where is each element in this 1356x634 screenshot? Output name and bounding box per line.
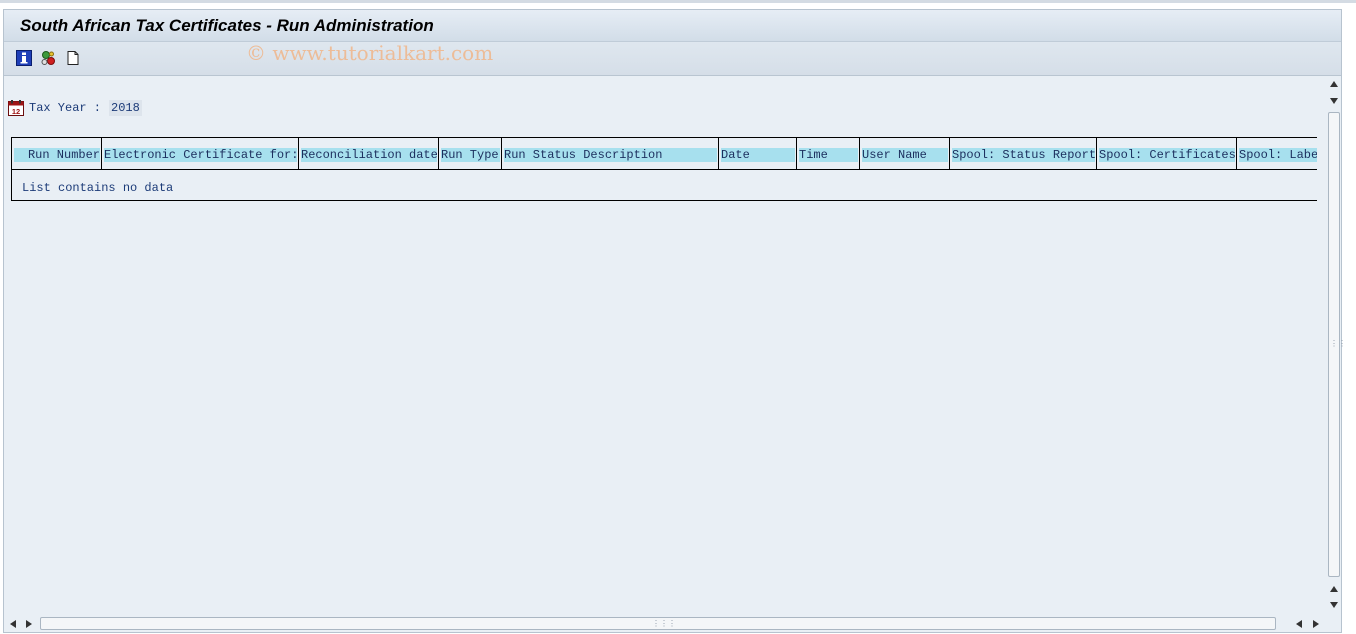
scroll-down-icon[interactable] xyxy=(1330,98,1338,104)
column-spool-labels[interactable]: Spool: Labe xyxy=(1239,148,1317,162)
header-divider xyxy=(12,169,1317,170)
page-up-icon[interactable] xyxy=(1330,586,1338,592)
content-area: 12 Tax Year : 2018 Run Number Electronic… xyxy=(4,76,1324,614)
column-separator xyxy=(101,138,102,170)
column-reconciliation-date[interactable]: Reconciliation date xyxy=(301,148,437,162)
column-electronic-certificate[interactable]: Electronic Certificate for: xyxy=(104,148,297,162)
column-date[interactable]: Date xyxy=(721,148,795,162)
list-header: Run Number Electronic Certificate for: R… xyxy=(14,138,1317,170)
title-bar: South African Tax Certificates - Run Adm… xyxy=(4,10,1341,42)
column-separator xyxy=(796,138,797,170)
new-document-icon[interactable] xyxy=(65,50,81,66)
column-separator xyxy=(501,138,502,170)
window-title: South African Tax Certificates - Run Adm… xyxy=(20,16,434,35)
horizontal-scrollbar[interactable]: ⋮⋮⋮ xyxy=(4,614,1341,633)
column-separator xyxy=(1236,138,1237,170)
scroll-left-icon[interactable] xyxy=(10,620,16,628)
application-toolbar: © www.tutorialkart.com xyxy=(4,41,1341,76)
horizontal-grip-icon: ⋮⋮⋮ xyxy=(652,619,676,628)
run-list: Run Number Electronic Certificate for: R… xyxy=(11,137,1317,201)
column-separator xyxy=(949,138,950,170)
column-run-number[interactable]: Run Number xyxy=(14,148,100,162)
calendar-icon: 12 xyxy=(8,100,24,116)
column-separator xyxy=(298,138,299,170)
scroll-right-icon[interactable] xyxy=(26,620,32,628)
vertical-scrollbar[interactable]: ⋮⋮ xyxy=(1326,76,1346,614)
column-spool-status-report[interactable]: Spool: Status Report xyxy=(952,148,1095,162)
top-border xyxy=(0,0,1356,3)
column-user-name[interactable]: User Name xyxy=(862,148,948,162)
column-run-status-description[interactable]: Run Status Description xyxy=(504,148,717,162)
scroll-up-icon[interactable] xyxy=(1330,81,1338,87)
empty-list-message: List contains no data xyxy=(22,181,174,195)
tax-year-value[interactable]: 2018 xyxy=(109,100,142,116)
column-separator xyxy=(718,138,719,170)
svg-text:12: 12 xyxy=(12,107,20,116)
vertical-grip-icon: ⋮⋮ xyxy=(1330,339,1346,348)
column-separator xyxy=(859,138,860,170)
info-icon[interactable] xyxy=(16,50,32,66)
page-left-icon[interactable] xyxy=(1296,620,1302,628)
execute-icon[interactable] xyxy=(40,50,56,66)
sap-window: South African Tax Certificates - Run Adm… xyxy=(3,9,1346,633)
page-right-icon[interactable] xyxy=(1313,620,1319,628)
page-down-icon[interactable] xyxy=(1330,602,1338,608)
watermark: © www.tutorialkart.com xyxy=(246,41,494,65)
column-spool-certificates[interactable]: Spool: Certificates xyxy=(1099,148,1235,162)
column-separator xyxy=(1096,138,1097,170)
column-separator xyxy=(438,138,439,170)
column-run-type[interactable]: Run Type xyxy=(441,148,500,162)
tax-year-label: Tax Year : xyxy=(29,101,102,115)
column-time[interactable]: Time xyxy=(799,148,858,162)
